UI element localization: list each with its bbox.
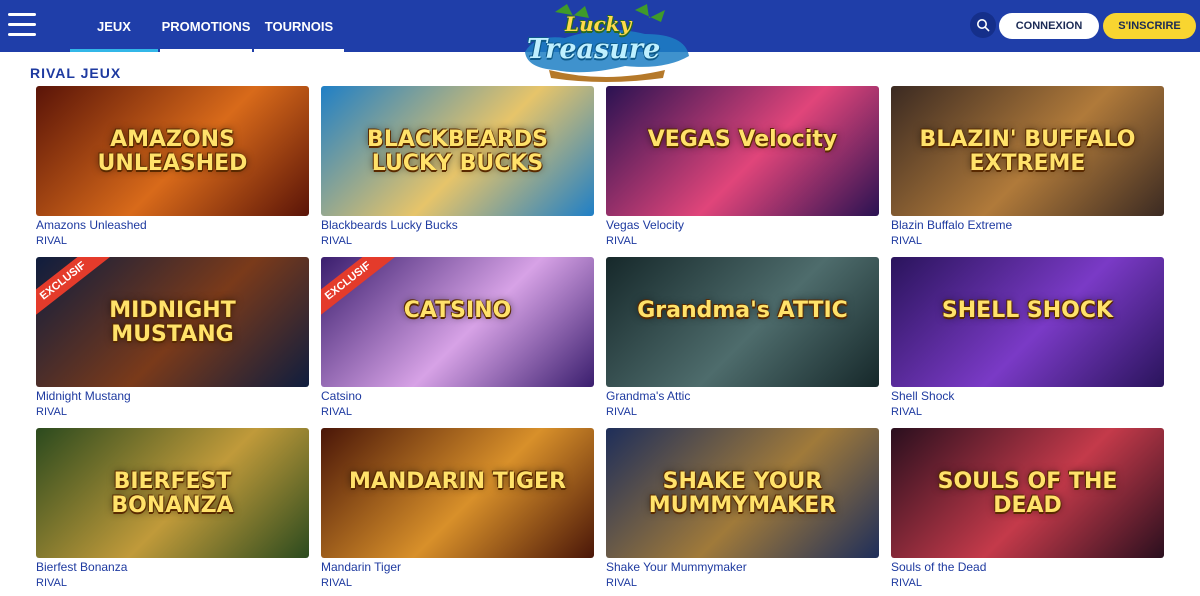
game-thumbnail[interactable]: SHELL SHOCK: [891, 257, 1164, 387]
game-art-title: AMAZONS UNLEASHED: [97, 127, 248, 176]
game-thumbnail[interactable]: MIDNIGHT MUSTANG EXCLUSIF: [36, 257, 309, 387]
game-name-link[interactable]: Mandarin Tiger: [321, 560, 401, 574]
game-provider: RIVAL: [321, 577, 352, 589]
game-card[interactable]: SHELL SHOCK Shell Shock RIVAL: [891, 257, 1164, 419]
game-provider: RIVAL: [36, 235, 67, 247]
game-provider: RIVAL: [606, 235, 637, 247]
tab-underline: [254, 49, 344, 52]
tab-underline: [160, 49, 252, 52]
game-card[interactable]: SHAKE YOUR MUMMYMAKER Shake Your Mummymak…: [606, 428, 879, 590]
game-name-link[interactable]: Midnight Mustang: [36, 389, 131, 403]
logo-text-bottom: Treasure: [527, 34, 661, 65]
game-name-link[interactable]: Amazons Unleashed: [36, 218, 147, 232]
game-art-title: BLAZIN' BUFFALO EXTREME: [919, 127, 1136, 176]
game-card[interactable]: Grandma's ATTIC Grandma's Attic RIVAL: [606, 257, 879, 419]
tab-tournois[interactable]: TOURNOIS: [254, 0, 344, 52]
game-name-link[interactable]: Blackbeards Lucky Bucks: [321, 218, 458, 232]
game-thumbnail[interactable]: BLACKBEARDS LUCKY BUCKS: [321, 86, 594, 216]
game-thumbnail[interactable]: SHAKE YOUR MUMMYMAKER: [606, 428, 879, 558]
game-provider: RIVAL: [891, 577, 922, 589]
game-card[interactable]: BLAZIN' BUFFALO EXTREME Blazin Buffalo Ex…: [891, 86, 1164, 248]
tab-promotions-label: PROMOTIONS: [161, 18, 251, 34]
game-card[interactable]: BLACKBEARDS LUCKY BUCKS Blackbeards Lucky…: [321, 86, 594, 248]
game-art-title: BLACKBEARDS LUCKY BUCKS: [367, 127, 548, 176]
logo-text-top: Lucky: [565, 12, 632, 36]
search-icon: [977, 19, 990, 32]
game-name-link[interactable]: Souls of the Dead: [891, 560, 986, 574]
game-card[interactable]: MIDNIGHT MUSTANG EXCLUSIF Midnight Mustang…: [36, 257, 309, 419]
tab-jeux[interactable]: JEUX: [70, 0, 158, 52]
game-provider: RIVAL: [321, 235, 352, 247]
game-art-title: BIERFEST BONANZA: [111, 469, 234, 518]
game-name-link[interactable]: Vegas Velocity: [606, 218, 684, 232]
game-art-title: SHELL SHOCK: [941, 298, 1114, 323]
game-thumbnail[interactable]: MANDARIN TIGER: [321, 428, 594, 558]
section-title: RIVAL JEUX: [30, 65, 122, 81]
login-button[interactable]: CONNEXION: [999, 13, 1099, 39]
game-provider: RIVAL: [36, 406, 67, 418]
game-name-link[interactable]: Blazin Buffalo Extreme: [891, 218, 1012, 232]
game-art-title: MANDARIN TIGER: [348, 469, 567, 494]
game-thumbnail[interactable]: BIERFEST BONANZA: [36, 428, 309, 558]
tab-tournois-label: TOURNOIS: [264, 18, 334, 34]
tab-promotions[interactable]: PROMOTIONS: [160, 0, 252, 52]
tab-underline: [70, 49, 158, 52]
game-name-link[interactable]: Grandma's Attic: [606, 389, 690, 403]
game-thumbnail[interactable]: VEGAS Velocity: [606, 86, 879, 216]
game-provider: RIVAL: [606, 406, 637, 418]
game-art-title: VEGAS Velocity: [647, 127, 838, 152]
menu-icon[interactable]: [8, 13, 36, 37]
game-thumbnail[interactable]: CATSINO EXCLUSIF: [321, 257, 594, 387]
game-name-link[interactable]: Catsino: [321, 389, 362, 403]
game-provider: RIVAL: [606, 577, 637, 589]
game-thumbnail[interactable]: Grandma's ATTIC: [606, 257, 879, 387]
game-provider: RIVAL: [321, 406, 352, 418]
game-thumbnail[interactable]: AMAZONS UNLEASHED: [36, 86, 309, 216]
game-name-link[interactable]: Bierfest Bonanza: [36, 560, 127, 574]
main-nav: JEUX PROMOTIONS TOURNOIS: [70, 0, 344, 52]
game-art-title: MIDNIGHT MUSTANG: [109, 298, 236, 347]
tab-jeux-label: JEUX: [97, 18, 131, 34]
game-card[interactable]: SOULS OF THE DEAD Souls of the Dead RIVAL: [891, 428, 1164, 590]
game-art-title: SOULS OF THE DEAD: [937, 469, 1118, 518]
game-art-title: SHAKE YOUR MUMMYMAKER: [648, 469, 837, 518]
lucky-treasure-logo[interactable]: Lucky Treasure: [515, 4, 695, 82]
game-thumbnail[interactable]: BLAZIN' BUFFALO EXTREME: [891, 86, 1164, 216]
game-card[interactable]: MANDARIN TIGER Mandarin Tiger RIVAL: [321, 428, 594, 590]
game-card[interactable]: CATSINO EXCLUSIF Catsino RIVAL: [321, 257, 594, 419]
game-art-title: CATSINO: [403, 298, 512, 323]
game-art-title: Grandma's ATTIC: [637, 298, 848, 323]
top-header: JEUX PROMOTIONS TOURNOIS Lucky Treasure …: [0, 0, 1200, 82]
game-thumbnail[interactable]: SOULS OF THE DEAD: [891, 428, 1164, 558]
game-provider: RIVAL: [36, 577, 67, 589]
game-name-link[interactable]: Shake Your Mummymaker: [606, 560, 747, 574]
signup-button[interactable]: S'INSCRIRE: [1103, 13, 1196, 39]
game-name-link[interactable]: Shell Shock: [891, 389, 954, 403]
game-provider: RIVAL: [891, 235, 922, 247]
search-button[interactable]: [970, 12, 996, 38]
game-card[interactable]: BIERFEST BONANZA Bierfest Bonanza RIVAL: [36, 428, 309, 590]
game-card[interactable]: AMAZONS UNLEASHED Amazons Unleashed RIVAL: [36, 86, 309, 248]
game-provider: RIVAL: [891, 406, 922, 418]
game-card[interactable]: VEGAS Velocity Vegas Velocity RIVAL: [606, 86, 879, 248]
